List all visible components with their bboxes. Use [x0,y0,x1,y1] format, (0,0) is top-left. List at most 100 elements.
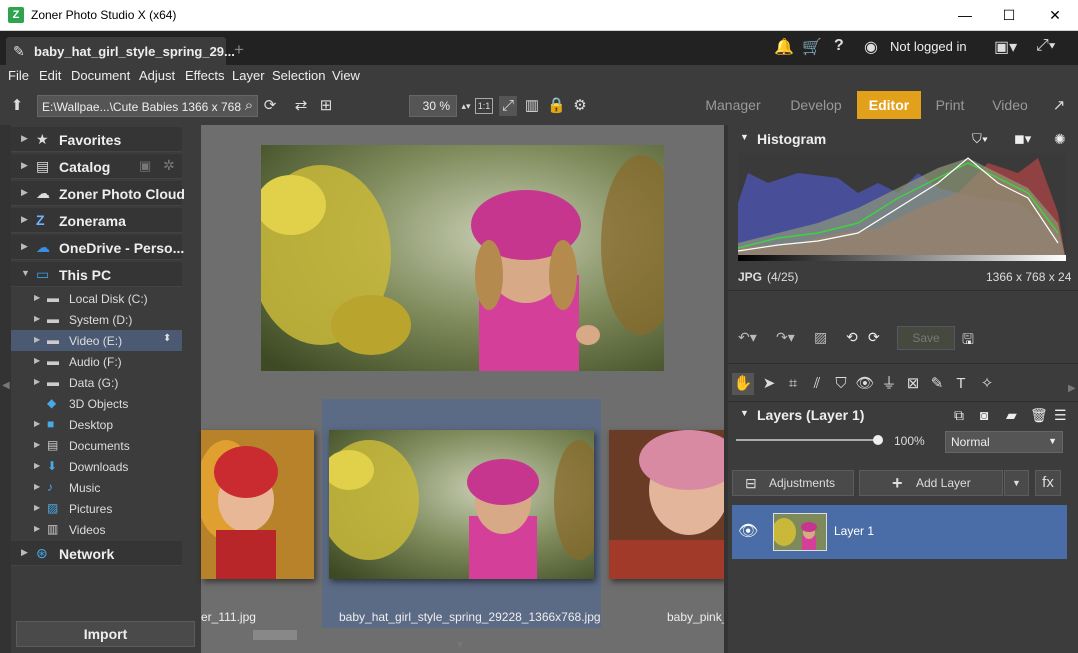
thumbnail-left[interactable] [201,430,314,579]
menu-document[interactable]: Document [71,68,130,83]
nav-desktop[interactable]: ▶ ■ Desktop [11,414,182,435]
mode-print[interactable]: Print [928,91,972,119]
mode-manager[interactable]: Manager [698,91,768,119]
thumbnail-selected[interactable] [329,430,594,579]
collapse-left-icon[interactable]: ◀ [2,380,10,391]
nav-network[interactable]: ▶ ⊛ Network [11,541,182,566]
nav-local-disk-c[interactable]: ▶ ▬ Local Disk (C:) [11,288,182,309]
nav-documents[interactable]: ▶ ▤ Documents [11,435,182,456]
histogram-options-icon[interactable]: ⛉▾ [972,131,988,147]
main-preview-image[interactable] [261,145,664,371]
mode-video[interactable]: Video [984,91,1036,119]
fullscreen-icon[interactable]: ⤢▾ [1036,37,1056,59]
notifications-bell-icon[interactable]: 🔔 [774,37,794,59]
save-as-icon[interactable]: 🖫 [962,329,974,353]
search-icon[interactable]: ⌕ [240,96,258,116]
nav-data-g[interactable]: ▶ ▬ Data (G:) [11,372,182,393]
user-account-icon[interactable]: ◉ [864,37,878,59]
document-tab[interactable]: ✎ baby_hat_girl_style_spring_29... [6,37,235,65]
clone-stamp-icon[interactable]: ⊠ [902,373,924,395]
rotate-right-icon[interactable]: ⟳ [868,329,880,346]
add-layer-button[interactable]: + Add Layer [859,470,1003,496]
expand-icon[interactable]: ▶ [34,335,40,344]
collapse-bottom-icon[interactable]: ▼ [455,640,465,651]
menu-file[interactable]: File [8,68,29,83]
blend-mode-select[interactable]: Normal ▼ [945,431,1063,453]
catalog-folder-icon[interactable]: ▣ [139,158,151,174]
catalog-settings-icon[interactable]: ✲ [163,157,175,174]
expand-icon[interactable]: ▶ [21,133,28,144]
fx-button[interactable]: fx [1035,470,1061,496]
menu-selection[interactable]: Selection [272,68,325,83]
add-tab-button[interactable]: + [234,40,244,60]
expand-icon[interactable]: ▶ [34,377,40,386]
layer-row[interactable]: 👁 Layer 1 [732,505,1067,559]
adjustments-button[interactable]: ⊟ Adjustments [732,470,854,496]
red-eye-icon[interactable]: 👁 [854,373,876,395]
collapse-icon[interactable]: ▼ [21,268,30,278]
expand-icon[interactable]: ▶ [21,160,28,171]
screen-layout-icon[interactable]: ▣▾ [994,37,1017,59]
compare-image-icon[interactable]: ▨ [814,329,827,346]
histogram-view-icon[interactable]: ◼▾ [1014,131,1031,147]
expand-icon[interactable]: ▶ [21,241,28,252]
expand-icon[interactable]: ▶ [34,293,40,302]
horizontal-scrollbar-thumb[interactable] [253,630,297,640]
save-button[interactable]: Save [897,326,955,350]
login-status[interactable]: Not logged in [890,39,967,54]
expand-icon[interactable]: ▶ [21,214,28,225]
menu-adjust[interactable]: Adjust [139,68,175,83]
zoom-stepper-icon[interactable]: ▴▾ [457,96,475,116]
nav-music[interactable]: ▶ ♪ Music [11,477,182,498]
expand-icon[interactable]: ▶ [34,482,40,491]
collapse-icon[interactable]: ▼ [740,408,749,418]
mode-editor[interactable]: Editor [857,91,921,119]
duplicate-layer-icon[interactable]: ⧉ [954,407,964,424]
external-window-icon[interactable]: ↗ [1050,96,1068,116]
effects-sparkle-icon[interactable]: ✧ [976,373,998,395]
help-icon[interactable]: ? [834,37,844,59]
perspective-icon[interactable]: ⛉ [830,373,852,395]
expand-icon[interactable]: ▶ [34,461,40,470]
mode-develop[interactable]: Develop [782,91,850,119]
sort-updown-icon[interactable]: ⬍ [163,333,171,344]
expand-icon[interactable]: ▶ [34,524,40,533]
refresh-icon[interactable]: ⟳ [261,96,279,116]
brush-icon[interactable]: ✎ [926,373,948,395]
zoom-1to1-button[interactable]: 1:1 [475,98,493,114]
menu-layer[interactable]: Layer [232,68,265,83]
nav-catalog[interactable]: ▶ ▤ Catalog ▣ ✲ [11,154,182,179]
nav-pictures[interactable]: ▶ ▨ Pictures [11,498,182,519]
delete-layer-icon[interactable]: 🗑 [1030,407,1048,424]
nav-onedrive[interactable]: ▶ ☁ OneDrive - Perso... [11,235,184,260]
redo-icon[interactable]: ↷▾ [776,329,795,346]
text-tool-icon[interactable]: T [950,373,972,395]
left-panel-collapse-strip[interactable]: ◀ [0,125,11,653]
hand-tool-icon[interactable]: ✋ [732,373,754,395]
import-button[interactable]: Import [16,621,195,647]
nav-audio-f[interactable]: ▶ ▬ Audio (F:) [11,351,182,372]
undo-icon[interactable]: ↶▾ [738,329,757,346]
layer-group-folder-icon[interactable]: ▰ [1006,407,1017,424]
maximize-button[interactable]: ☐ [986,0,1032,31]
layer-mask-icon[interactable]: ◙ [980,407,988,423]
expand-icon[interactable]: ▶ [21,547,28,558]
batch-icon[interactable]: ⇄ [292,96,310,116]
menu-effects[interactable]: Effects [185,68,225,83]
fit-to-screen-icon[interactable]: ⤢ [499,96,517,116]
nav-zoner-photo-cloud[interactable]: ▶ ☁ Zoner Photo Cloud [11,181,185,206]
nav-3d-objects[interactable]: ◆ 3D Objects [11,393,182,414]
minimize-button[interactable]: — [942,0,988,31]
path-input[interactable]: E:\Wallpae...\Cute Babies 1366 x 768 [37,95,258,117]
collapse-right-icon[interactable]: ▶ [1068,383,1076,394]
image-settings-icon[interactable]: ⚙ [571,96,589,116]
expand-icon[interactable]: ▶ [34,440,40,449]
select-arrow-icon[interactable]: ➤ [758,373,780,395]
opacity-slider-knob[interactable] [873,435,883,445]
close-button[interactable]: ✕ [1032,0,1078,31]
straighten-icon[interactable]: ⫽ [806,373,828,395]
zoom-input[interactable]: 30 % [409,95,457,117]
crop-icon[interactable]: ⌗ [782,373,804,395]
opacity-slider-track[interactable] [736,439,876,441]
layers-menu-icon[interactable]: ☰ [1054,407,1067,424]
